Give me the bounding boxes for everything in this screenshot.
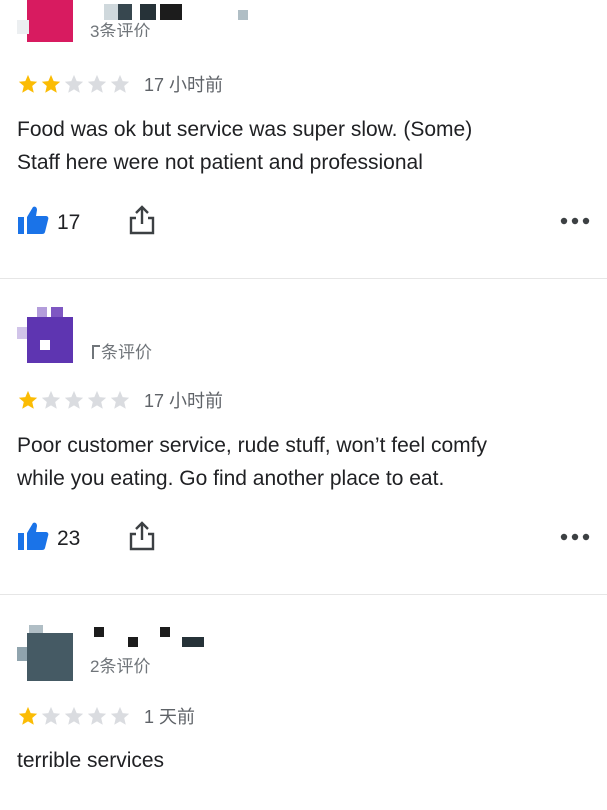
thumbs-up-icon[interactable] xyxy=(17,520,49,552)
review-card: 2条评价 1 天前 terrible services xyxy=(0,595,607,810)
review-time: 1 天前 xyxy=(144,707,196,727)
review-text: terrible services xyxy=(17,745,592,778)
review-card: 条评价 17 小时前 Poor customer service, rude s… xyxy=(0,279,607,594)
review-count-label: 3条评价 xyxy=(90,22,151,37)
reviewer-avatar[interactable] xyxy=(17,0,73,46)
reviewer-avatar[interactable] xyxy=(17,625,73,683)
review-count-label: 条评价 xyxy=(92,338,152,363)
star-empty-icon xyxy=(110,706,130,725)
review-text: Poor customer service, rude stuff, won’t… xyxy=(17,430,592,495)
review-time: 17 小时前 xyxy=(144,75,224,95)
star-empty-icon xyxy=(64,706,84,725)
redacted-block xyxy=(92,345,100,359)
star-empty-icon xyxy=(87,706,107,725)
thumbs-up-icon[interactable] xyxy=(17,204,49,236)
star-filled-icon xyxy=(18,706,38,725)
star-filled-icon xyxy=(18,390,38,409)
review-text: Food was ok but service was super slow. … xyxy=(17,114,592,179)
star-empty-icon xyxy=(64,390,84,409)
star-rating: 17 小时前 xyxy=(17,72,223,96)
star-empty-icon xyxy=(110,390,130,409)
star-empty-icon xyxy=(87,74,107,93)
review-actions: 17 xyxy=(17,204,592,238)
star-filled-icon xyxy=(18,74,38,93)
review-text-line: Food was ok but service was super slow. … xyxy=(17,118,473,141)
star-filled-icon xyxy=(41,74,61,93)
review-card: 3条评价 17 小时前 Food was ok but service was … xyxy=(0,0,607,278)
review-text-line: Staff here were not patient and professi… xyxy=(17,150,423,174)
like-count: 23 xyxy=(57,527,81,550)
review-count-text: 条评价 xyxy=(101,343,152,362)
more-options-icon[interactable] xyxy=(560,533,590,541)
review-text-line: Poor customer service, rude stuff, won’t… xyxy=(17,434,487,457)
star-empty-icon xyxy=(41,706,61,725)
star-empty-icon xyxy=(41,390,61,409)
share-icon[interactable] xyxy=(128,520,156,552)
reviewer-avatar[interactable] xyxy=(17,307,73,365)
star-rating: 17 小时前 xyxy=(17,388,223,412)
like-count: 17 xyxy=(57,211,81,234)
star-rating: 1 天前 xyxy=(17,704,195,728)
review-time: 17 小时前 xyxy=(144,391,224,411)
star-empty-icon xyxy=(64,74,84,93)
review-count-label: 2条评价 xyxy=(90,657,151,676)
share-icon[interactable] xyxy=(128,204,156,236)
star-empty-icon xyxy=(87,390,107,409)
review-text-line: terrible services xyxy=(17,749,165,772)
reviewer-name-redacted[interactable] xyxy=(90,625,210,651)
review-actions: 23 xyxy=(17,520,592,554)
more-options-icon[interactable] xyxy=(560,217,590,225)
review-text-line: while you eating. Go find another place … xyxy=(17,466,445,490)
star-empty-icon xyxy=(110,74,130,93)
